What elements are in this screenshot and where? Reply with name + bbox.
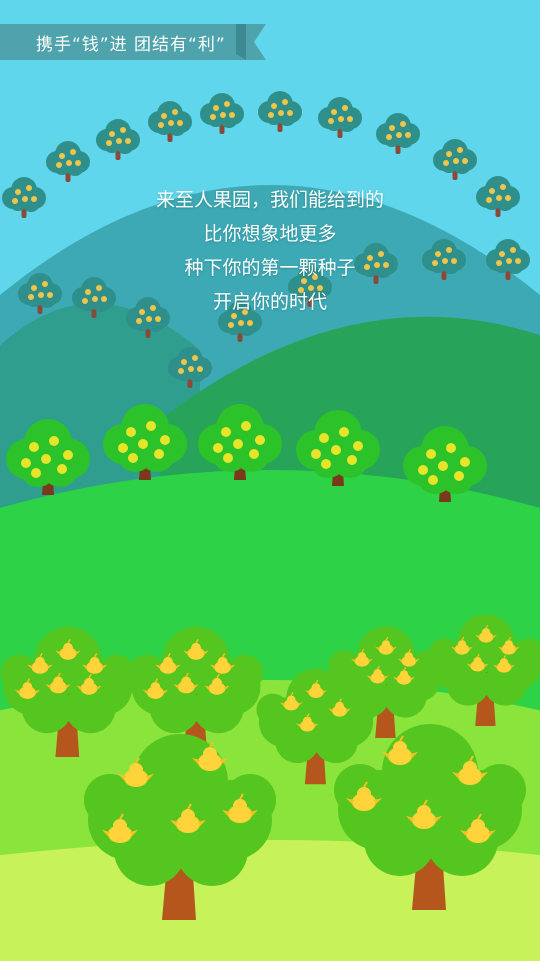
slogan-block: 来至人果园，我们能给到的 比你想象地更多 种下你的第一颗种子 开启你的时代 (0, 183, 540, 319)
slogan-line: 开启你的时代 (212, 291, 327, 313)
slogan-line: 种下你的第一颗种子 (184, 257, 356, 279)
banner-title: 携手“钱”进 团结有“利” (36, 35, 226, 55)
orchard-scene (0, 0, 540, 961)
slogan-line: 比你想象地更多 (203, 223, 337, 245)
slogan-line: 来至人果园，我们能给到的 (155, 189, 384, 211)
